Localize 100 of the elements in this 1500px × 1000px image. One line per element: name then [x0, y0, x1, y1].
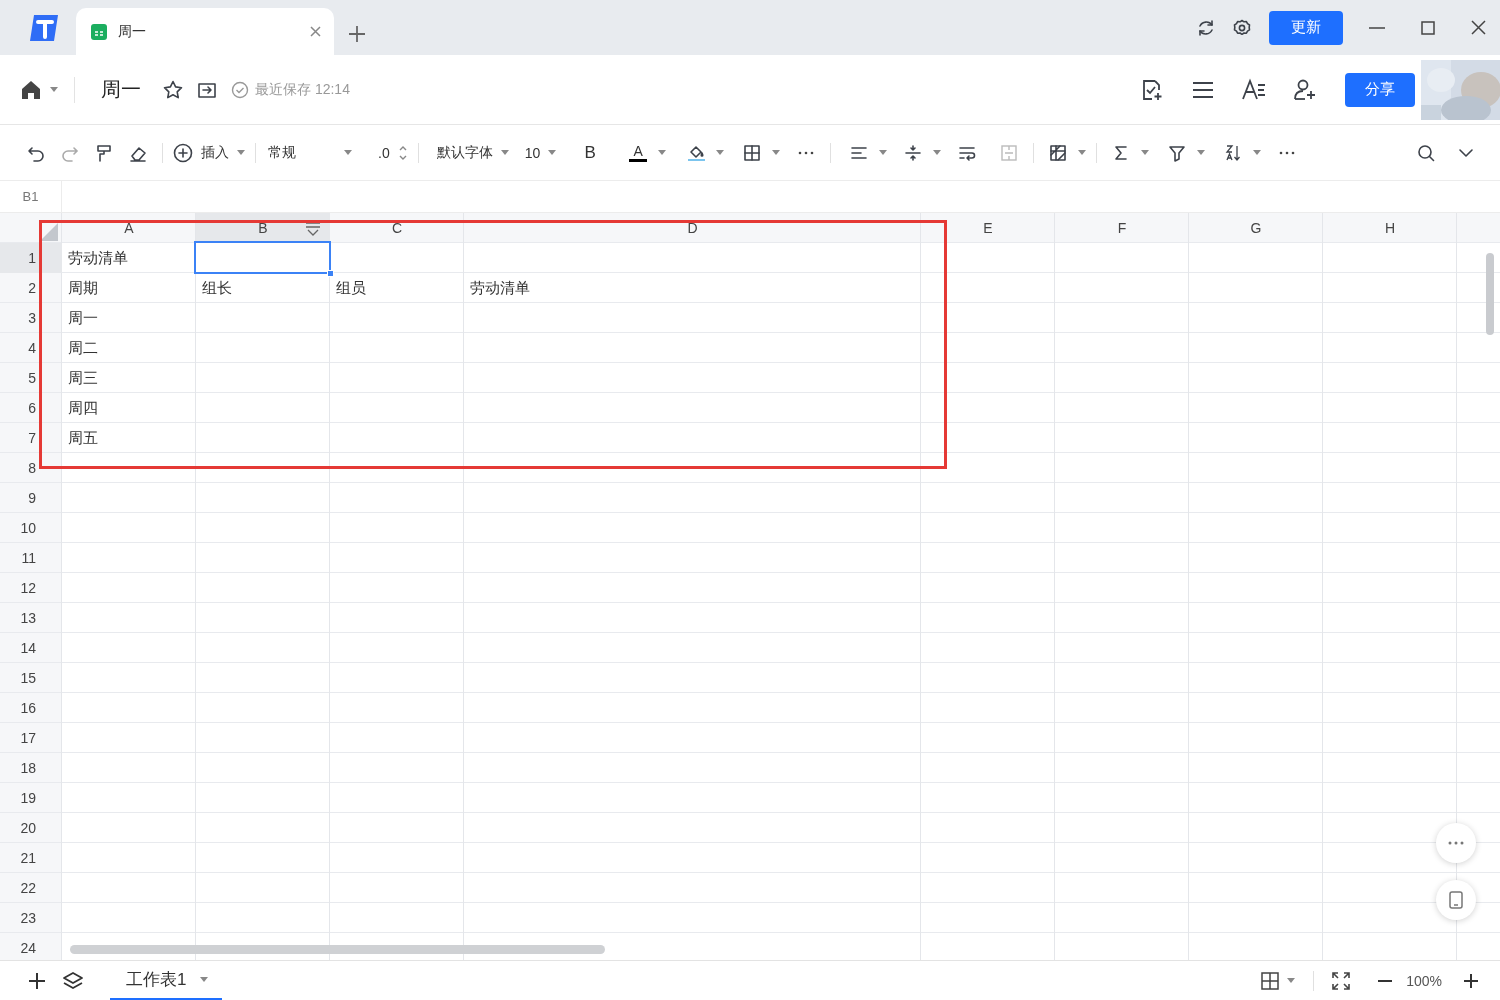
refresh-icon[interactable] [1197, 18, 1215, 37]
maximize-icon[interactable] [1421, 20, 1435, 35]
row-header[interactable]: 20 [0, 813, 62, 843]
add-circle-icon [173, 142, 193, 163]
table-cell: 劳动清单 [68, 248, 128, 268]
fill-handle[interactable] [327, 270, 334, 277]
grid-view-icon[interactable] [1261, 971, 1280, 990]
merge-cells-icon[interactable] [1000, 143, 1019, 162]
row-header[interactable]: 11 [0, 543, 62, 573]
row-header[interactable]: 13 [0, 603, 62, 633]
row-header[interactable]: 19 [0, 783, 62, 813]
caret-icon[interactable] [933, 150, 942, 155]
stepper-icon[interactable] [397, 144, 408, 161]
row-header[interactable]: 12 [0, 573, 62, 603]
row-header[interactable]: 7 [0, 423, 62, 453]
row-header[interactable]: 14 [0, 633, 62, 663]
caret-icon[interactable] [500, 150, 509, 155]
update-button[interactable]: 更新 [1269, 10, 1343, 45]
decimal-button[interactable]: .0 [376, 144, 392, 161]
row-header[interactable]: 1 [0, 243, 62, 273]
caret-icon[interactable] [879, 150, 888, 155]
text-color-button[interactable]: A [631, 143, 645, 159]
document-title[interactable]: 周一 [101, 76, 141, 103]
row-header[interactable]: 16 [0, 693, 62, 723]
vertical-align-icon[interactable] [904, 143, 923, 162]
format-painter-icon[interactable] [95, 143, 113, 162]
caret-icon[interactable] [548, 150, 557, 155]
caret-icon[interactable] [1141, 150, 1150, 155]
share-button[interactable]: 分享 [1345, 72, 1415, 107]
settings-icon[interactable] [1233, 18, 1251, 37]
column-header[interactable]: E [921, 213, 1055, 243]
caret-icon[interactable] [237, 150, 245, 155]
row-header[interactable]: 9 [0, 483, 62, 513]
column-header[interactable]: G [1189, 213, 1323, 243]
layers-icon[interactable] [62, 970, 84, 991]
font-size-dropdown[interactable]: 10 [522, 144, 543, 161]
table-cell: 周三 [68, 368, 98, 388]
table-cell: 周期 [68, 278, 98, 298]
number-format-dropdown[interactable]: 常规 [266, 143, 338, 162]
borders-icon[interactable] [743, 143, 762, 162]
fullscreen-icon[interactable] [1332, 971, 1351, 990]
cell-reference[interactable]: B1 [0, 181, 62, 212]
caret-icon[interactable] [50, 87, 58, 92]
row-header[interactable]: 23 [0, 903, 62, 933]
bold-button[interactable]: B [584, 142, 596, 163]
table-cell: 周五 [68, 428, 98, 448]
filter-icon[interactable] [1168, 143, 1187, 162]
column-header[interactable]: C [330, 213, 464, 243]
row-header[interactable]: 24 [0, 933, 62, 960]
new-tab-icon[interactable] [348, 25, 366, 43]
fill-color-icon[interactable] [686, 143, 706, 162]
scrollbar-thumb[interactable] [1486, 253, 1494, 335]
row-header[interactable]: 17 [0, 723, 62, 753]
freeze-icon[interactable] [1049, 143, 1068, 162]
home-icon[interactable] [20, 78, 42, 101]
row-header[interactable]: 8 [0, 453, 62, 483]
caret-icon[interactable] [1197, 150, 1206, 155]
document-check-icon[interactable] [1141, 77, 1165, 102]
column-header[interactable]: D [464, 213, 921, 243]
row-header[interactable]: 4 [0, 333, 62, 363]
row-header[interactable]: 6 [0, 393, 62, 423]
close-icon[interactable] [1471, 20, 1486, 35]
caret-icon[interactable] [1078, 150, 1087, 155]
column-header[interactable]: A [62, 213, 196, 243]
caret-icon[interactable] [200, 976, 209, 982]
caret-icon[interactable] [1287, 978, 1296, 983]
table-cell: 组员 [336, 278, 366, 298]
table-cell: 劳动清单 [470, 278, 530, 298]
text-format-icon[interactable] [1241, 77, 1267, 102]
row-header[interactable]: 22 [0, 873, 62, 903]
insert-button[interactable]: 插入 [173, 138, 231, 167]
caret-icon[interactable] [772, 150, 781, 155]
select-all-icon[interactable] [40, 223, 58, 241]
star-icon[interactable] [163, 79, 183, 100]
caret-icon[interactable] [344, 150, 352, 155]
caret-icon[interactable] [716, 150, 725, 155]
zoom-in-icon[interactable] [1464, 973, 1478, 988]
row-header[interactable]: 18 [0, 753, 62, 783]
add-sheet-icon[interactable] [28, 971, 46, 990]
caret-icon[interactable] [1253, 150, 1262, 155]
zoom-out-icon[interactable] [1378, 979, 1393, 982]
close-icon[interactable] [309, 25, 322, 38]
table-cell: 周二 [68, 338, 98, 358]
scrollbar-thumb[interactable] [70, 945, 605, 954]
sheet-tab[interactable]: 工作表1 [110, 960, 223, 1000]
caret-icon[interactable] [658, 150, 667, 155]
search-icon[interactable] [1417, 143, 1435, 162]
font-dropdown[interactable]: 默认字体 [434, 143, 495, 162]
browser-tab[interactable]: 周一 [76, 8, 334, 55]
sort-icon[interactable] [1224, 143, 1243, 162]
row-header[interactable]: 15 [0, 663, 62, 693]
row-header[interactable]: 21 [0, 843, 62, 873]
row-header[interactable]: 5 [0, 363, 62, 393]
column-header[interactable]: F [1055, 213, 1189, 243]
row-header[interactable]: 3 [0, 303, 62, 333]
row-header[interactable]: 10 [0, 513, 62, 543]
row-header[interactable]: 2 [0, 273, 62, 303]
column-header[interactable]: H [1323, 213, 1457, 243]
minimize-icon[interactable] [1369, 26, 1385, 29]
active-cell[interactable] [194, 241, 331, 274]
